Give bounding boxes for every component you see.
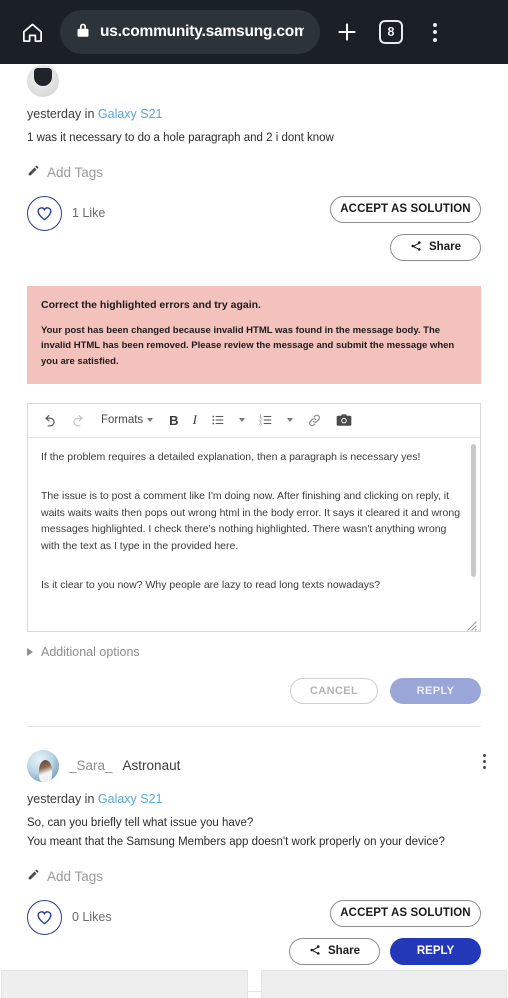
- share-icon: [410, 240, 422, 255]
- add-tags-label: Add Tags: [47, 869, 104, 885]
- italic-button[interactable]: I: [186, 403, 204, 437]
- post-bottom-meta: yesterday in Galaxy S21: [27, 792, 481, 806]
- undo-icon[interactable]: [36, 403, 64, 437]
- numbered-list-icon[interactable]: 1 2 3: [252, 403, 280, 437]
- plus-icon[interactable]: [330, 15, 364, 49]
- like-group[interactable]: 1 Like: [27, 195, 106, 231]
- post-bottom-add-tags[interactable]: Add Tags: [27, 868, 481, 886]
- lock-icon: [76, 22, 90, 43]
- svg-text:3: 3: [259, 422, 262, 427]
- post-top-board-link[interactable]: Galaxy S21: [98, 107, 163, 121]
- post-top-add-tags[interactable]: Add Tags: [27, 164, 481, 182]
- editor-paragraph: Is it clear to you now? Why people are l…: [41, 578, 381, 591]
- numbered-list-dropdown[interactable]: [280, 403, 300, 437]
- page-content: yesterday in Galaxy S21 1 was it necessa…: [0, 64, 508, 992]
- avatar[interactable]: [27, 65, 59, 97]
- bold-button[interactable]: B: [162, 403, 185, 437]
- post-bottom-buttons: ACCEPT AS SOLUTION Share REPLY: [289, 899, 481, 965]
- footer-cards: [0, 970, 508, 998]
- section-divider: [27, 725, 481, 727]
- tab-count-button[interactable]: 8: [374, 15, 408, 49]
- resize-grip-icon[interactable]: [467, 618, 477, 631]
- post-top: yesterday in Galaxy S21 1 was it necessa…: [0, 64, 508, 261]
- cancel-button[interactable]: CANCEL: [290, 677, 378, 704]
- share-label: Share: [429, 241, 461, 254]
- camera-icon[interactable]: [329, 403, 359, 437]
- share-icon: [309, 944, 321, 959]
- editor-text-area[interactable]: If the problem requires a detailed expla…: [28, 438, 480, 631]
- post-top-buttons: ACCEPT AS SOLUTION Share: [330, 195, 481, 261]
- url-text: us.community.samsung.com/: [100, 23, 304, 40]
- triangle-right-icon: [27, 647, 33, 656]
- post-options-kebab-menu-icon[interactable]: [483, 753, 486, 769]
- post-bottom-button-row: Share REPLY: [289, 937, 481, 965]
- avatar[interactable]: [27, 749, 59, 782]
- post-bottom-body-line2: You meant that the Samsung Members app d…: [27, 835, 445, 848]
- post-bottom-board-link[interactable]: Galaxy S21: [98, 792, 163, 806]
- accept-as-solution-button[interactable]: ACCEPT AS SOLUTION: [330, 899, 481, 927]
- post-top-header: [27, 64, 481, 98]
- add-tags-label: Add Tags: [47, 165, 104, 181]
- chevron-down-icon: [147, 418, 154, 423]
- tab-count-label: 8: [379, 20, 403, 44]
- post-bottom-author[interactable]: _Sara_: [69, 758, 113, 773]
- footer-card-right[interactable]: [260, 970, 507, 998]
- like-group[interactable]: 0 Likes: [27, 899, 112, 935]
- heart-icon[interactable]: [27, 899, 62, 935]
- like-count-label: 0 Likes: [72, 910, 112, 925]
- error-headline: Correct the highlighted errors and try a…: [41, 298, 261, 311]
- pencil-icon: [27, 868, 40, 886]
- additional-options-toggle[interactable]: Additional options: [27, 645, 481, 659]
- accept-as-solution-button[interactable]: ACCEPT AS SOLUTION: [330, 195, 481, 223]
- pencil-icon: [27, 164, 40, 182]
- share-label: Share: [328, 945, 360, 958]
- post-bottom-time: yesterday in: [27, 791, 95, 806]
- link-icon[interactable]: [300, 403, 329, 437]
- reply-submit-button[interactable]: REPLY: [390, 677, 481, 704]
- bullet-list-dropdown[interactable]: [232, 403, 252, 437]
- rich-text-editor: Formats B I 1 2 3 If the problem require…: [27, 402, 481, 632]
- share-button[interactable]: Share: [289, 937, 380, 965]
- footer-card-left[interactable]: [1, 970, 248, 998]
- home-icon[interactable]: [14, 14, 50, 50]
- additional-options-label: Additional options: [41, 644, 140, 659]
- heart-icon[interactable]: [27, 195, 62, 231]
- post-bottom-header: _Sara_ Astronaut: [27, 749, 481, 783]
- editor-form-actions: CANCEL REPLY: [27, 677, 481, 704]
- editor-paragraph: The issue is to post a comment like I'm …: [41, 489, 461, 553]
- formats-label: Formats: [101, 414, 144, 427]
- editor-toolbar: Formats B I 1 2 3: [28, 404, 480, 438]
- reply-button[interactable]: REPLY: [390, 937, 481, 965]
- address-bar[interactable]: us.community.samsung.com/: [60, 10, 320, 54]
- kebab-menu-icon[interactable]: [418, 15, 452, 49]
- editor-scrollbar-thumb[interactable]: [471, 443, 476, 577]
- editor-paragraph: If the problem requires a detailed expla…: [41, 450, 421, 463]
- post-top-actions: 1 Like ACCEPT AS SOLUTION Share: [27, 195, 481, 261]
- editor-scrollbar[interactable]: [471, 442, 476, 615]
- post-top-time: yesterday in: [27, 107, 95, 121]
- redo-icon[interactable]: [64, 403, 92, 437]
- formats-dropdown[interactable]: Formats: [92, 403, 162, 437]
- post-bottom-rank: Astronaut: [122, 758, 181, 774]
- share-button[interactable]: Share: [390, 233, 481, 261]
- bullet-list-icon[interactable]: [204, 403, 232, 437]
- post-bottom-actions: 0 Likes ACCEPT AS SOLUTION Share REPLY: [27, 899, 481, 965]
- post-top-body: 1 was it necessary to do a hole paragrap…: [27, 132, 334, 144]
- error-detail: Your post has been changed because inval…: [41, 324, 455, 367]
- post-bottom: _Sara_ Astronaut yesterday in Galaxy S21…: [0, 749, 508, 965]
- post-top-meta: yesterday in Galaxy S21: [27, 107, 481, 121]
- error-banner: Correct the highlighted errors and try a…: [27, 285, 481, 384]
- post-bottom-body-line1: So, can you briefly tell what issue you …: [27, 816, 254, 829]
- like-count-label: 1 Like: [72, 206, 106, 221]
- browser-toolbar: us.community.samsung.com/ 8: [0, 0, 508, 64]
